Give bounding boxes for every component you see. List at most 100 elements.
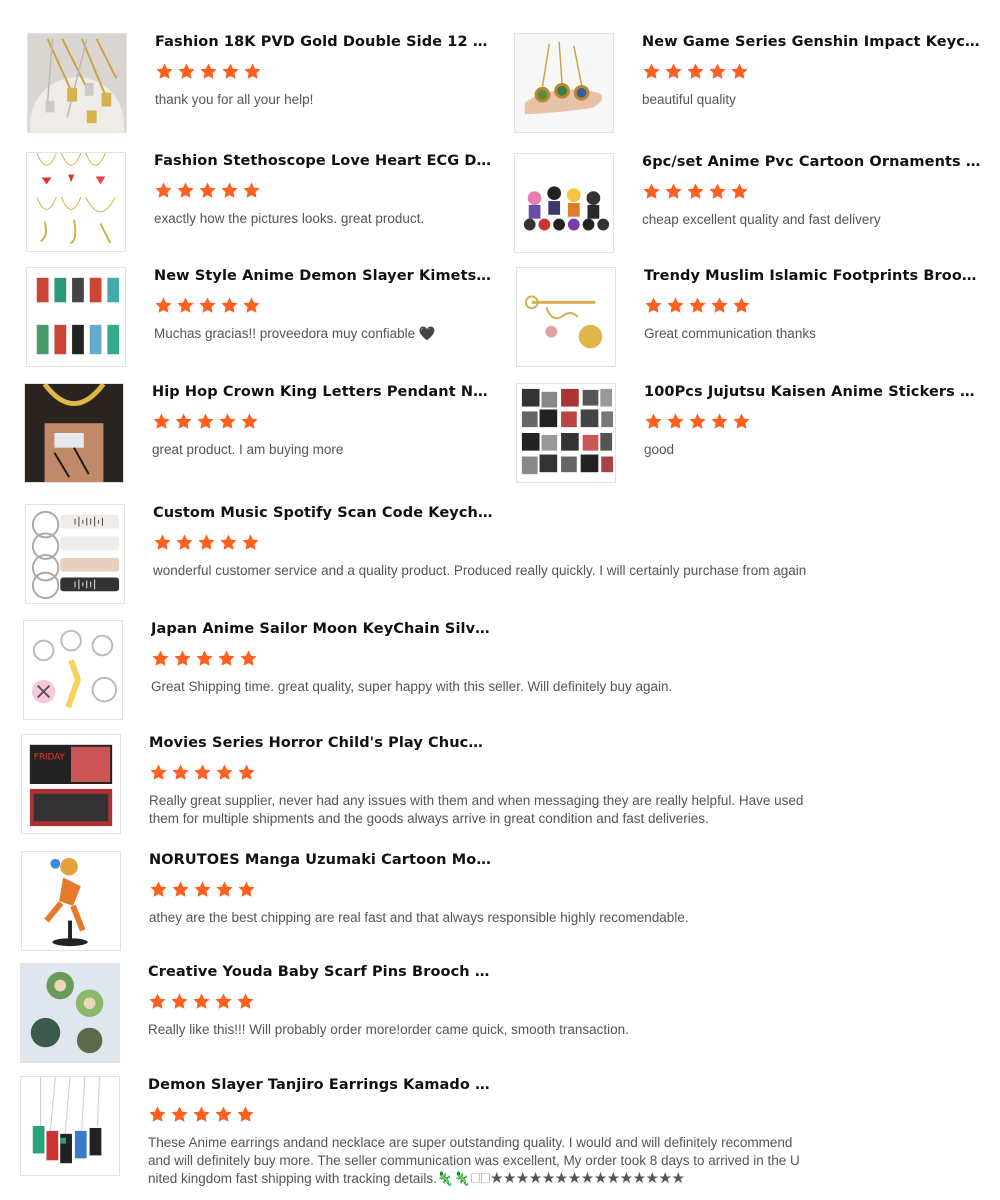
star-icon <box>643 183 660 199</box>
star-rating <box>151 649 806 669</box>
star-icon <box>152 650 169 666</box>
star-icon <box>238 764 255 780</box>
product-thumbnail[interactable] <box>26 267 126 367</box>
product-title[interactable]: Creative Youda Baby Scarf Pins Brooch Wh… <box>148 963 491 981</box>
star-icon <box>689 413 706 429</box>
star-icon <box>689 297 706 313</box>
product-title[interactable]: New Style Anime Demon Slayer Kimetsu No … <box>154 267 492 285</box>
star-icon <box>238 881 255 897</box>
star-icon <box>731 63 748 79</box>
review-text: These Anime earrings andand necklace are… <box>148 1135 800 1186</box>
product-thumbnail[interactable] <box>26 152 126 252</box>
star-icon <box>242 534 259 550</box>
product-title[interactable]: Demon Slayer Tanjiro Earrings Kamado Tan… <box>148 1076 491 1094</box>
product-thumbnail[interactable] <box>516 383 616 483</box>
star-icon <box>193 993 210 1009</box>
product-image-necklaces <box>28 34 126 132</box>
star-icon <box>153 413 170 429</box>
star-icon <box>711 413 728 429</box>
star-icon <box>665 183 682 199</box>
product-thumbnail[interactable] <box>25 504 125 604</box>
star-icon <box>155 182 172 198</box>
product-thumbnail[interactable]: FRIDAY <box>21 734 121 834</box>
product-image-acrylic-keychains <box>27 268 125 366</box>
star-icon <box>222 63 239 79</box>
product-title[interactable]: Hip Hop Crown King Letters Pendant Neckl… <box>152 383 492 401</box>
product-title[interactable]: New Game Series Genshin Impact Keychain … <box>642 33 982 51</box>
star-icon <box>731 183 748 199</box>
product-image-stickers <box>517 384 615 482</box>
product-image-earrings <box>21 1077 119 1175</box>
star-icon <box>178 63 195 79</box>
star-icon <box>154 534 171 550</box>
star-icon <box>155 297 172 313</box>
star-icon <box>687 183 704 199</box>
product-thumbnail[interactable] <box>20 963 120 1063</box>
star-icon <box>194 881 211 897</box>
star-icon <box>172 764 189 780</box>
star-icon <box>221 182 238 198</box>
star-icon <box>667 297 684 313</box>
product-image-pendant <box>25 384 123 482</box>
product-title[interactable]: NORUTOES Manga Uzumaki Cartoon Model Toy… <box>149 851 492 869</box>
product-image-keychains <box>26 505 124 603</box>
product-image-pins <box>21 964 119 1062</box>
star-rating <box>149 763 804 783</box>
product-title[interactable]: Trendy Muslim Islamic Footprints Brooch … <box>644 267 982 285</box>
product-title[interactable]: 6pc/set Anime Pvc Cartoon Ornaments Uchi… <box>642 153 982 171</box>
review-text: Really great supplier, never had any iss… <box>149 793 804 826</box>
product-thumbnail[interactable] <box>516 267 616 367</box>
product-thumbnail[interactable] <box>20 1076 120 1176</box>
star-icon <box>194 764 211 780</box>
product-thumbnail[interactable] <box>514 33 614 133</box>
review-text: Really like this!!! Will probably order … <box>148 1022 629 1037</box>
star-rating <box>644 412 982 432</box>
review-text: good <box>644 442 675 457</box>
star-icon <box>243 297 260 313</box>
product-thumbnail[interactable] <box>27 33 127 133</box>
star-icon <box>150 764 167 780</box>
star-icon <box>150 881 167 897</box>
product-image-wallet: FRIDAY <box>22 735 120 833</box>
star-icon <box>149 993 166 1009</box>
star-icon <box>199 182 216 198</box>
star-icon <box>711 297 728 313</box>
star-icon <box>200 63 217 79</box>
svg-text:FRIDAY: FRIDAY <box>34 753 66 763</box>
star-rating <box>642 182 982 202</box>
star-rating <box>152 412 492 432</box>
star-icon <box>171 1106 188 1122</box>
product-title[interactable]: Custom Music Spotify Scan Code Keychain … <box>153 504 496 522</box>
star-icon <box>244 63 261 79</box>
star-icon <box>687 63 704 79</box>
product-thumbnail[interactable] <box>21 851 121 951</box>
product-thumbnail[interactable] <box>23 620 123 720</box>
star-rating <box>154 181 492 201</box>
review-text: wonderful customer service and a quality… <box>153 563 807 578</box>
star-icon <box>237 1106 254 1122</box>
star-rating <box>642 62 982 82</box>
review-text: Great communication thanks <box>644 326 816 341</box>
star-icon <box>667 413 684 429</box>
star-icon <box>174 650 191 666</box>
star-icon <box>196 650 213 666</box>
product-image-keychains <box>24 621 122 719</box>
product-title[interactable]: Fashion Stethoscope Love Heart ECG Docto… <box>154 152 492 170</box>
review-text: Muchas gracias!! proveedora muy confiabl… <box>154 326 436 341</box>
star-icon <box>177 182 194 198</box>
star-icon <box>643 63 660 79</box>
product-title[interactable]: Movies Series Horror Child's Play Chucky… <box>149 734 492 752</box>
product-thumbnail[interactable] <box>24 383 124 483</box>
star-icon <box>172 881 189 897</box>
star-icon <box>176 534 193 550</box>
star-rating <box>153 533 808 553</box>
star-icon <box>240 650 257 666</box>
review-text: great product. I am buying more <box>152 442 344 457</box>
star-rating <box>149 880 804 900</box>
product-title[interactable]: Japan Anime Sailor Moon KeyChain Silver … <box>151 620 494 638</box>
star-icon <box>733 413 750 429</box>
product-title[interactable]: 100Pcs Jujutsu Kaisen Anime Stickers For… <box>644 383 982 401</box>
product-thumbnail[interactable] <box>514 153 614 253</box>
product-title[interactable]: Fashion 18K PVD Gold Double Side 12 Zodi… <box>155 33 490 51</box>
star-icon <box>220 534 237 550</box>
